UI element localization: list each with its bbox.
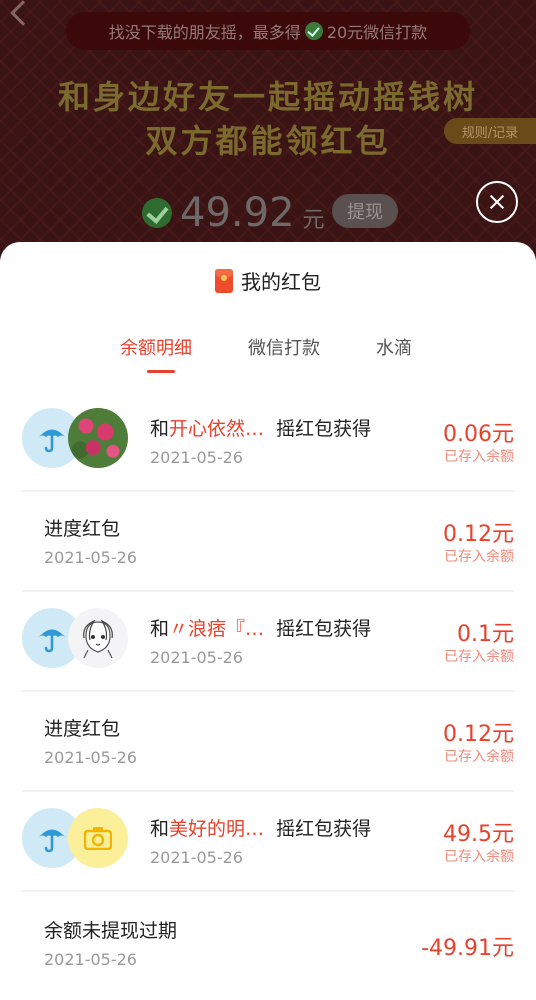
background-page: 找没下载的朋友摇，最多得 20元微信打款 和身边好友一起摇动摇钱树 双方都能领红… — [0, 0, 536, 260]
record-label: 余额未提现过期 — [44, 920, 178, 942]
balance-display: 49.92 元 — [142, 190, 325, 236]
wechat-check-icon — [304, 22, 323, 40]
friend-avatar-anime — [68, 608, 128, 668]
record-date: 2021-05-26 — [150, 448, 243, 467]
tab-bar: 余额明细 微信打款 水滴 — [0, 334, 536, 374]
tab-water-drop[interactable]: 水滴 — [376, 334, 412, 360]
record-date: 2021-05-26 — [150, 648, 243, 667]
list-item[interactable]: 进度红包 2021-05-26 0.12元 已存入余额 — [0, 492, 536, 592]
record-amount: 0.1元 — [457, 622, 514, 647]
record-date: 2021-05-26 — [44, 748, 137, 767]
list-item[interactable]: 余额未提现过期 2021-05-26 -49.91元 — [0, 892, 536, 992]
record-amount: 0.12元 — [443, 722, 514, 747]
tab-balance-detail[interactable]: 余额明细 — [120, 334, 192, 360]
withdraw-button: 提现 — [332, 194, 398, 228]
record-prefix: 和 — [150, 418, 170, 440]
record-status: 已存入余额 — [444, 649, 514, 665]
record-date: 2021-05-26 — [44, 950, 137, 969]
record-amount: -49.91元 — [421, 936, 514, 961]
record-date: 2021-05-26 — [150, 848, 243, 867]
list-item[interactable]: 进度红包 2021-05-26 0.12元 已存入余额 — [0, 692, 536, 792]
close-icon[interactable] — [476, 181, 518, 223]
record-label: 进度红包 — [44, 518, 121, 540]
record-suffix: 摇红包获得 — [276, 818, 372, 840]
friend-name: 开心依然… — [169, 418, 265, 440]
promo-title-line1: 和身边好友一起摇动摇钱树 — [57, 78, 478, 116]
record-amount: 49.5元 — [443, 822, 514, 847]
invite-banner: 找没下载的朋友摇，最多得 20元微信打款 — [66, 12, 470, 50]
record-amount: 0.06元 — [443, 422, 514, 447]
balance-unit: 元 — [302, 208, 325, 233]
tab-wechat-payout[interactable]: 微信打款 — [248, 334, 320, 360]
list-item[interactable]: 和开心依然… 摇红包获得 2021-05-26 0.06元 已存入余额 — [0, 392, 536, 492]
record-label: 进度红包 — [44, 718, 121, 740]
record-prefix: 和 — [150, 818, 170, 840]
record-date: 2021-05-26 — [44, 548, 137, 567]
friend-name: 〃浪痞『… — [169, 618, 265, 640]
record-description: 和开心依然… 摇红包获得 — [150, 414, 371, 441]
record-suffix: 摇红包获得 — [276, 618, 372, 640]
list-item[interactable]: 和美好的明… 摇红包获得 2021-05-26 49.5元 已存入余额 — [0, 792, 536, 892]
umbrella-icon — [39, 829, 65, 853]
rules-records-button: 规则/记录 — [444, 118, 536, 144]
sheet-header: 我的红包 — [0, 266, 536, 295]
sheet-title: 我的红包 — [241, 270, 321, 294]
camera-icon — [84, 827, 112, 850]
balance-value: 49.92 — [180, 190, 295, 236]
record-amount: 0.12元 — [443, 522, 514, 547]
invite-banner-prefix: 找没下载的朋友摇，最多得 — [108, 23, 301, 42]
umbrella-icon — [39, 429, 65, 453]
active-tab-indicator — [147, 370, 175, 373]
friend-avatar-camera — [68, 808, 128, 868]
record-status: 已存入余额 — [444, 849, 514, 865]
red-packet-sheet: 我的红包 余额明细 微信打款 水滴 和开心依然… 摇红包获得 2021-05-2… — [0, 242, 536, 1000]
friend-name: 美好的明… — [169, 818, 265, 840]
record-suffix: 摇红包获得 — [276, 418, 372, 440]
umbrella-icon — [39, 629, 65, 653]
record-status: 已存入余额 — [444, 749, 514, 765]
red-envelope-icon — [215, 268, 233, 293]
record-description: 和美好的明… 摇红包获得 — [150, 814, 371, 841]
record-description: 和〃浪痞『… 摇红包获得 — [150, 614, 371, 641]
anime-sketch-icon — [83, 619, 113, 659]
invite-banner-suffix: 20元微信打款 — [326, 23, 428, 42]
wechat-pay-icon — [142, 198, 172, 228]
record-status: 已存入余额 — [444, 449, 514, 465]
record-prefix: 和 — [150, 618, 170, 640]
record-status: 已存入余额 — [444, 549, 514, 565]
friend-avatar-flower — [68, 408, 128, 468]
list-item[interactable]: 和〃浪痞『… 摇红包获得 2021-05-26 0.1元 已存入余额 — [0, 592, 536, 692]
